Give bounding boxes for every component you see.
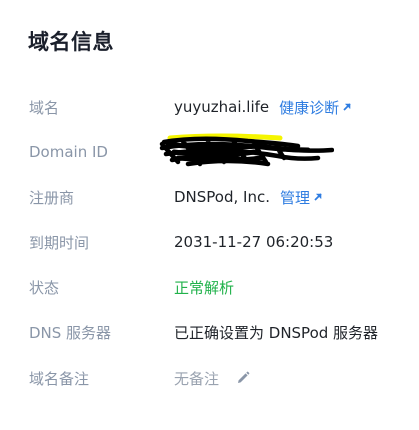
- row-label-domain: 域名: [29, 98, 60, 117]
- row-label-dns-server: DNS 服务器: [29, 323, 112, 342]
- remark-value: 无备注: [174, 368, 251, 389]
- redaction-scribble: [159, 133, 334, 167]
- arrow-up-right-icon: [343, 103, 351, 111]
- row-label-registrar: 注册商: [29, 188, 75, 207]
- row-status: 状态 正常解析: [0, 275, 419, 299]
- domain-info-card: 域名信息 域名 yuyuzhai.life 健康诊断 Domain ID 注册商…: [0, 0, 419, 430]
- arrow-up-right-icon: [314, 193, 322, 201]
- health-check-label: 健康诊断: [279, 98, 340, 117]
- domain-value: yuyuzhai.life 健康诊断: [174, 97, 352, 118]
- health-check-link[interactable]: 健康诊断: [279, 97, 352, 118]
- remark-text: 无备注: [174, 369, 220, 388]
- row-label-status: 状态: [29, 278, 60, 297]
- registrar-value: DNSPod, Inc. 管理: [174, 187, 323, 208]
- manage-link[interactable]: 管理: [280, 187, 323, 208]
- row-label-domain-id: Domain ID: [29, 143, 108, 161]
- row-label-remark: 域名备注: [29, 369, 90, 388]
- domain-name-text: yuyuzhai.life: [174, 98, 270, 116]
- row-dns-server: DNS 服务器 已正确设置为 DNSPod 服务器: [0, 320, 419, 344]
- row-label-expiry: 到期时间: [29, 233, 90, 252]
- pencil-icon[interactable]: [235, 370, 251, 386]
- row-expiry: 到期时间 2031-11-27 06:20:53: [0, 230, 419, 254]
- row-remark: 域名备注 无备注: [0, 366, 419, 390]
- expiry-value: 2031-11-27 06:20:53: [174, 233, 334, 251]
- manage-label: 管理: [279, 188, 310, 207]
- registrar-name-text: DNSPod, Inc.: [174, 188, 270, 206]
- row-registrar: 注册商 DNSPod, Inc. 管理: [0, 185, 419, 209]
- row-domain: 域名 yuyuzhai.life 健康诊断: [0, 95, 419, 119]
- status-value: 正常解析: [174, 278, 235, 297]
- dns-server-value: 已正确设置为 DNSPod 服务器: [174, 323, 379, 342]
- page-title: 域名信息: [28, 30, 114, 54]
